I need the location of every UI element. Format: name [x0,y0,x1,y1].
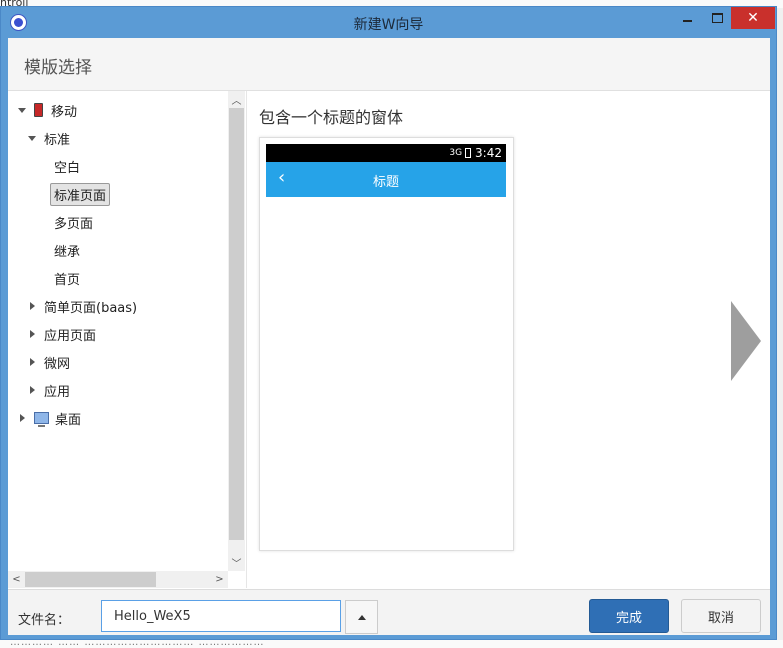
maximize-icon [711,13,723,23]
maximize-button[interactable] [703,7,731,29]
tree-node-standard[interactable]: 标准 [26,128,70,148]
title-bar[interactable]: 新建W向导 ✕ [1,7,776,38]
tree-vertical-scrollbar[interactable]: ︿ ﹀ [228,91,245,571]
chevron-right-icon[interactable] [26,328,38,340]
wizard-window: 新建W向导 ✕ 模版选择 移动 标准 空白 标准页面 多页面 继承 首页 简单页… [0,6,777,640]
page-title: 模版选择 [24,58,92,78]
horizontal-scroll-thumb[interactable] [25,572,156,587]
template-preview: 包含一个标题的窗体 3G 3:42 ‹ 标题 [247,91,770,588]
dialog-footer: 文件名： 完成 取消 [8,589,770,635]
signal-icon: 3G [449,148,463,158]
scroll-right-icon[interactable]: > [211,571,228,588]
scroll-left-icon[interactable]: < [8,571,25,588]
tree-node-simple-page[interactable]: 简单页面(baas) [26,296,137,316]
close-icon: ✕ [747,10,759,26]
tree-node-home[interactable]: 首页 [54,268,80,288]
status-time: 3:42 [475,146,502,160]
finish-button[interactable]: 完成 [589,599,669,633]
tree-node-label: 空白 [54,160,81,176]
battery-icon [465,148,472,158]
tree-node-inherit[interactable]: 继承 [54,240,80,260]
chevron-up-icon [357,614,366,620]
tree-node-label: 首页 [54,272,81,288]
background-window-strip-bottom: ………… …… ………………………… ……………… [0,640,783,648]
tree-node-label: 多页面 [54,216,94,232]
chevron-down-icon[interactable] [16,104,28,116]
tree-node-desktop[interactable]: 桌面 [16,408,81,428]
tree-node-label: 移动 [51,104,78,120]
preview-title: 包含一个标题的窗体 [259,108,404,127]
tree-node-label: 应用页面 [44,328,97,344]
tree-node-multi-page[interactable]: 多页面 [54,212,93,232]
tree-node-label: 应用 [44,384,71,400]
next-arrow-icon[interactable] [731,301,761,381]
close-button[interactable]: ✕ [731,7,775,29]
filename-input[interactable] [101,600,341,632]
phone-status-bar: 3G 3:42 [266,144,506,162]
tree-node-app-page[interactable]: 应用页面 [26,324,96,344]
chevron-right-icon[interactable] [26,356,38,368]
scroll-down-icon[interactable]: ﹀ [228,554,245,570]
scroll-up-icon[interactable]: ︿ [228,91,245,107]
cancel-button[interactable]: 取消 [681,599,761,633]
chevron-right-icon[interactable] [26,300,38,312]
phone-preview: 3G 3:42 ‹ 标题 [259,137,514,551]
tree-node-label: 标准 [44,132,71,148]
chevron-down-icon[interactable] [26,132,38,144]
tree-node-label: 继承 [54,244,81,260]
tree-horizontal-scrollbar[interactable]: < > [8,571,228,588]
minimize-button[interactable] [673,7,701,29]
chevron-right-icon[interactable] [26,384,38,396]
desktop-icon [34,412,49,427]
vertical-scroll-thumb[interactable] [229,108,244,540]
tree-node-label: 桌面 [55,412,82,428]
phone-app-bar: ‹ 标题 [266,162,506,197]
dialog-header: 模版选择 [8,38,770,91]
phone-app-bar-title: 标题 [372,175,399,190]
filename-label: 文件名： [18,613,71,628]
window-title: 新建W向导 [353,17,424,33]
tree-node-app[interactable]: 应用 [26,380,70,400]
background-bottom-text: ………… …… ………………………… ……………… [10,640,265,648]
template-tree: 移动 标准 空白 标准页面 多页面 继承 首页 简单页面(baas) 应用页面 … [8,91,247,588]
minimize-icon [682,20,692,22]
tree-node-micro-site[interactable]: 微网 [26,352,70,372]
chevron-right-icon[interactable] [16,412,28,424]
filename-dropdown-button[interactable] [345,600,378,634]
phone-icon [34,103,43,117]
tree-node-standard-page[interactable]: 标准页面 [50,182,111,206]
tree-node-mobile[interactable]: 移动 [16,100,77,120]
tree-node-label: 标准页面 [50,182,111,206]
dialog-client-area: 模版选择 移动 标准 空白 标准页面 多页面 继承 首页 简单页面(baas) … [8,38,770,635]
tree-node-blank[interactable]: 空白 [54,156,80,176]
tree-node-label: 微网 [44,356,71,372]
tree-node-label: 简单页面(baas) [44,300,138,316]
